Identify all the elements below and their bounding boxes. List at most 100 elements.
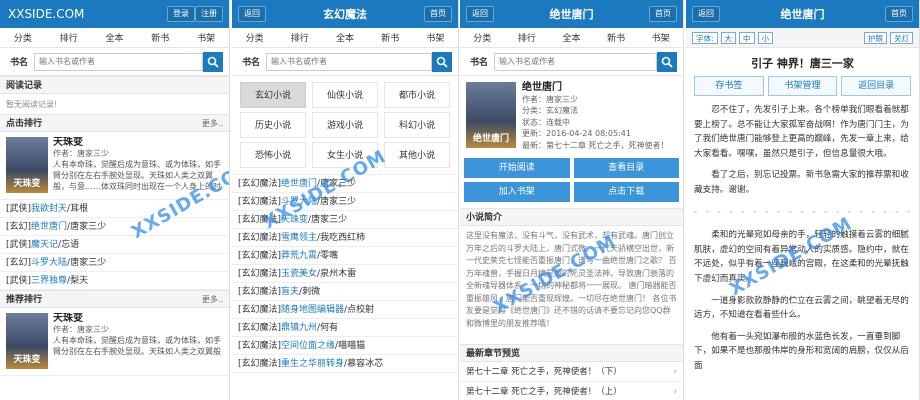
back-button[interactable]: 返回 [238,6,266,22]
list-item[interactable]: [玄幻魔法]斗罗大陆/唐家三少 [232,193,458,211]
search-bar: 书名 [0,48,229,76]
home-button[interactable]: 首页 [885,6,913,22]
search-input[interactable] [34,52,203,71]
nav-item-shelf[interactable]: 书架 [638,31,683,44]
nav-item-ranking[interactable]: 排行 [277,31,322,44]
book-status: 状态：连载中 [522,117,570,127]
back-to-toc-button[interactable]: 返回目录 [841,76,912,96]
search-button[interactable] [432,51,452,72]
category-item-selected[interactable]: 玄幻小说 [240,82,306,108]
home-button[interactable]: 首页 [649,6,677,22]
back-button[interactable]: 返回 [466,6,494,22]
book-author: 唐家三少 [77,149,109,158]
search-bar: 书名 [460,48,683,76]
nav-item-shelf[interactable]: 书架 [413,31,458,44]
shelf-manage-button[interactable]: 书架管理 [767,76,838,96]
nav-item-complete[interactable]: 全本 [549,31,594,44]
featured-book[interactable]: 天珠变 天珠变 作者：唐家三少 人有本命珠，觉醒后成为意珠，或为体珠，如手臂分别… [0,308,229,376]
paragraph: 忍不住了，先发引子上来。各个榜单我们眼看着就都要上榜了。总不能让大家孤军奋战啊！… [694,105,909,159]
eye-care-toggle[interactable]: 护眼 [864,31,887,44]
font-size-large[interactable]: 大 [720,31,737,44]
home-button[interactable]: 首页 [424,6,452,22]
category-item[interactable]: 历史小说 [240,112,306,138]
book-intro: 这里没有魔法，没有斗气，没有武术，却有武魂。唐门创立万年之后的斗罗大陆上，唐门式… [466,231,677,328]
more-link[interactable]: 更多.. [202,291,223,309]
list-item[interactable]: [玄幻魔法]随身地图编辑器/点校射 [232,301,458,319]
author-label: 作者： [53,325,77,334]
site-logo[interactable]: XXSIDE.COM [8,7,84,21]
category-item[interactable]: 都市小说 [384,82,450,108]
search-icon [661,56,673,68]
nav-item-ranking[interactable]: 排行 [505,31,550,44]
list-item[interactable]: [玄幻魔法]鼎镇九州/何有 [232,319,458,337]
download-button[interactable]: 点击下载 [573,182,679,202]
chapter-list: 第七十二章 死亡之手，死神使者！（下） › 第七十二章 死亡之手，死神使者！（上）… [460,362,683,400]
category-item[interactable]: 游戏小说 [312,112,378,138]
top-bar: 返回 玄幻魔法 首页 [232,0,458,28]
view-toc-button[interactable]: 查看目录 [573,158,679,178]
chapter-item[interactable]: 第七十二章 死亡之手，死神使者！（下） › [460,362,683,382]
bookmark-button[interactable]: 存书签 [694,76,764,96]
list-item[interactable]: [武侠]魔天记/忘语 [0,236,229,254]
back-button[interactable]: 返回 [692,6,720,22]
book-info: 绝世唐门 绝世唐门 作者：唐家三少 分类：玄幻魔法 状态：连载中 更新：2016… [460,76,683,158]
divider: - - - - - - - - - - - - - - - - - - - - … [694,206,911,217]
book-latest-chapter[interactable]: 最新：第七十二章 死亡之手，死神使者！ [522,140,669,152]
book-title[interactable]: 天珠变 [53,313,223,324]
book-category: 分类：玄幻魔法 [522,106,578,115]
nav-item-ranking[interactable]: 排行 [46,31,92,44]
category-item[interactable]: 恐怖小说 [240,142,306,168]
category-grid: 玄幻小说 仙侠小说 都市小说 历史小说 游戏小说 科幻小说 恐怖小说 女生小说 … [232,76,458,175]
chapter-item[interactable]: 第七十二章 死亡之手，死神使者！（上） › [460,382,683,400]
category-item[interactable]: 仙侠小说 [312,82,378,108]
nav-item-new[interactable]: 新书 [368,31,413,44]
search-button[interactable] [203,51,223,72]
book-cover[interactable]: 天珠变 [6,137,48,193]
more-link[interactable]: 更多.. [202,115,223,133]
list-item[interactable]: [玄幻魔法]重生之华丽转身/慕容冰芯 [232,355,458,373]
chapter-title: 引子 神界！唐三一家 [751,57,854,70]
book-author: 唐家三少 [77,325,109,334]
list-item[interactable]: [玄幻]绝世唐门/唐家三少 [0,218,229,236]
section-title: 最新章节预览 [466,349,521,359]
add-to-shelf-button[interactable]: 加入书架 [464,182,570,202]
list-item[interactable]: [玄幻魔法]莽荒九霄/零嘴 [232,247,458,265]
search-icon [207,56,219,68]
intro-header: 小说简介 [460,208,683,226]
register-button[interactable]: 注册 [195,6,223,22]
author-label: 作者： [53,149,77,158]
search-bar: 书名 [232,48,458,76]
search-button[interactable] [657,51,677,72]
category-item[interactable]: 科幻小说 [384,112,450,138]
book-detail-screen: 返回 绝世唐门 首页 分类 排行 全本 新书 书架 书名 绝世唐门 绝世唐门 作… [460,0,684,400]
list-item[interactable]: [玄幻魔法]玉瓷美女/泉州木雷 [232,265,458,283]
login-button[interactable]: 登录 [167,6,195,22]
font-size-small[interactable]: 小 [757,31,774,44]
list-item[interactable]: [玄幻魔法]盲夫/刺微 [232,283,458,301]
history-header: 阅读记录 [0,76,229,94]
font-size-medium[interactable]: 中 [739,31,755,44]
list-item[interactable]: [玄幻魔法]雪鹰领主/我吃西红柿 [232,229,458,247]
category-screen: 返回 玄幻魔法 首页 分类 排行 全本 新书 书架 书名 玄幻小说 仙侠小说 都… [232,0,459,400]
book-updated: 更新：2016-04-24 08:05:41 [522,129,631,138]
nav-item-complete[interactable]: 全本 [322,31,367,44]
nav-item-complete[interactable]: 全本 [92,31,138,44]
search-input[interactable] [266,52,432,71]
list-item[interactable]: [武侠]三界独尊/梨天 [0,272,229,290]
lights-off-toggle[interactable]: 关灯 [890,31,913,44]
nav-item-shelf[interactable]: 书架 [183,31,229,44]
list-item[interactable]: [玄幻]斗罗大陆/唐家三少 [0,254,229,272]
nav-item-category[interactable]: 分类 [232,31,277,44]
category-item[interactable]: 其他小说 [384,142,450,168]
search-input[interactable] [494,52,657,71]
page-title: 绝世唐门 [780,8,825,21]
start-reading-button[interactable]: 开始阅读 [464,158,570,178]
nav-item-category[interactable]: 分类 [460,31,505,44]
nav-item-category[interactable]: 分类 [0,31,46,44]
list-item[interactable]: [玄幻魔法]空间位面之缘/喵喵猫 [232,337,458,355]
book-title[interactable]: 天珠变 [53,137,223,148]
book-cover[interactable]: 天珠变 [6,313,48,369]
main-nav: 分类 排行 全本 新书 书架 [232,28,458,48]
nav-item-new[interactable]: 新书 [137,31,183,44]
nav-item-new[interactable]: 新书 [594,31,639,44]
